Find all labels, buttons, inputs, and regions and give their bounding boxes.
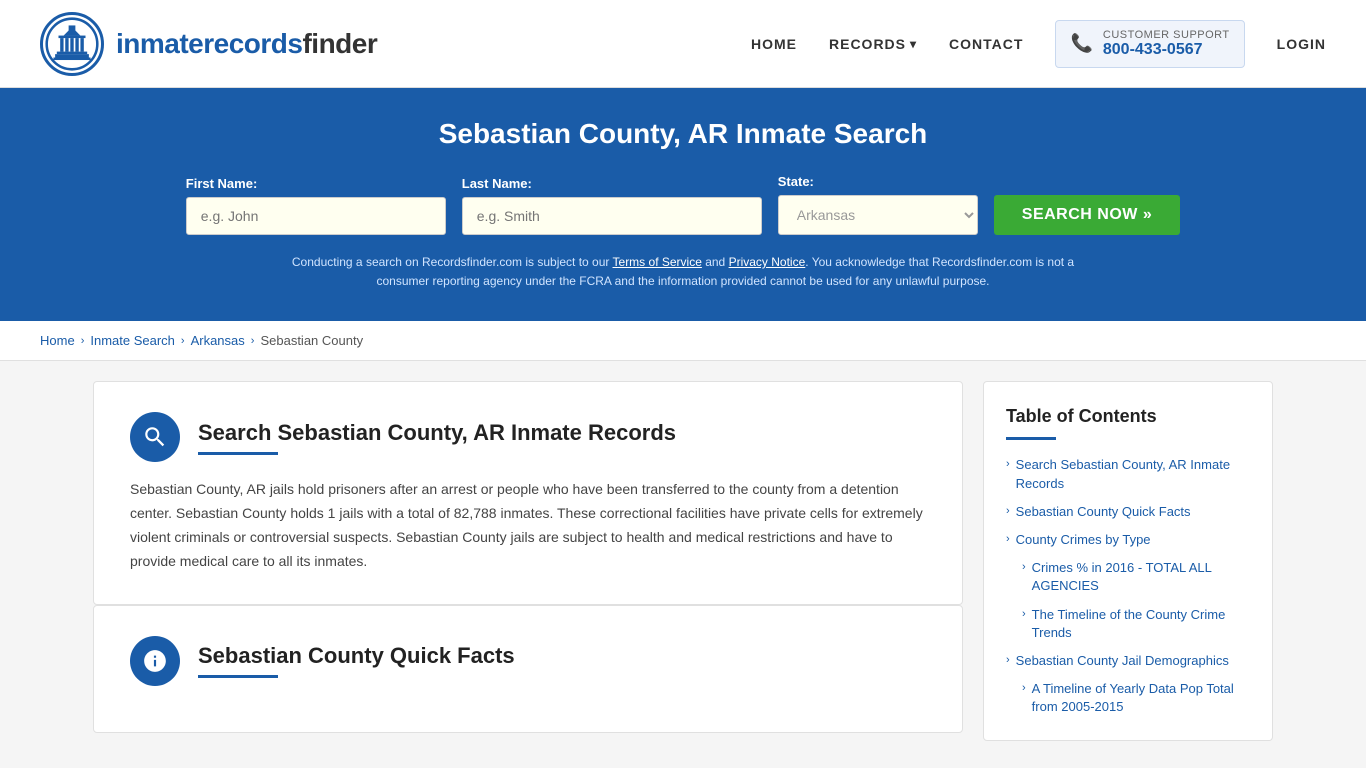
card-quick-facts: Sebastian County Quick Facts: [93, 605, 963, 733]
toc-link-1[interactable]: Sebastian County Quick Facts: [1016, 503, 1191, 521]
info-circle-icon: [130, 636, 180, 686]
support-info: CUSTOMER SUPPORT 800-433-0567: [1103, 29, 1230, 59]
chevron-icon: ›: [1022, 561, 1026, 573]
nav-contact[interactable]: CONTACT: [949, 36, 1023, 52]
search-circle-icon: [130, 412, 180, 462]
search-form: First Name: Last Name: State: Arkansas S…: [40, 174, 1326, 235]
breadcrumb-county: Sebastian County: [260, 333, 363, 348]
nav-home[interactable]: HOME: [751, 36, 797, 52]
toc-link-3[interactable]: Crimes % in 2016 - TOTAL ALL AGENCIES: [1032, 559, 1250, 595]
support-number: 800-433-0567: [1103, 41, 1230, 59]
toc-item: › The Timeline of the County Crime Trends: [1006, 606, 1250, 642]
toc-card: Table of Contents › Search Sebastian Coun…: [983, 381, 1273, 741]
toc-link-6[interactable]: A Timeline of Yearly Data Pop Total from…: [1032, 680, 1250, 716]
state-select[interactable]: Arkansas: [778, 195, 978, 235]
first-name-input[interactable]: [186, 197, 446, 235]
search-button[interactable]: SEARCH NOW: [994, 195, 1180, 235]
nav-records[interactable]: RECORDS: [829, 36, 917, 52]
toc-link-0[interactable]: Search Sebastian County, AR Inmate Recor…: [1016, 456, 1250, 492]
site-header: inmaterecordsfinder HOME RECORDS CONTACT…: [0, 0, 1366, 88]
card1-title-block: Search Sebastian County, AR Inmate Recor…: [198, 420, 676, 455]
chevron-icon: ›: [1006, 458, 1010, 470]
state-label: State:: [778, 174, 814, 189]
card1-underline: [198, 452, 278, 455]
sidebar: Table of Contents › Search Sebastian Coun…: [983, 381, 1273, 741]
first-name-group: First Name:: [186, 176, 446, 235]
card-inmate-records: Search Sebastian County, AR Inmate Recor…: [93, 381, 963, 604]
toc-item: › Crimes % in 2016 - TOTAL ALL AGENCIES: [1006, 559, 1250, 595]
last-name-group: Last Name:: [462, 176, 762, 235]
logo-icon: [40, 12, 104, 76]
toc-item: › Search Sebastian County, AR Inmate Reco…: [1006, 456, 1250, 492]
state-group: State: Arkansas: [778, 174, 978, 235]
last-name-input[interactable]: [462, 197, 762, 235]
toc-link-4[interactable]: The Timeline of the County Crime Trends: [1032, 606, 1250, 642]
toc-divider: [1006, 437, 1056, 440]
toc-item: › County Crimes by Type: [1006, 531, 1250, 549]
toc-title: Table of Contents: [1006, 406, 1250, 427]
support-label: CUSTOMER SUPPORT: [1103, 29, 1230, 41]
toc-link-5[interactable]: Sebastian County Jail Demographics: [1016, 652, 1229, 670]
privacy-link[interactable]: Privacy Notice: [729, 255, 806, 269]
logo-area: inmaterecordsfinder: [40, 12, 377, 76]
login-button[interactable]: LOGIN: [1277, 36, 1326, 52]
tos-link[interactable]: Terms of Service: [613, 255, 702, 269]
toc-item: › Sebastian County Quick Facts: [1006, 503, 1250, 521]
breadcrumb-sep-1: ›: [81, 335, 85, 347]
disclaimer-text: Conducting a search on Recordsfinder.com…: [283, 253, 1083, 291]
content-left: Search Sebastian County, AR Inmate Recor…: [93, 381, 963, 741]
toc-link-2[interactable]: County Crimes by Type: [1016, 531, 1151, 549]
card2-header: Sebastian County Quick Facts: [130, 636, 926, 686]
first-name-label: First Name:: [186, 176, 258, 191]
breadcrumb-inmate-search[interactable]: Inmate Search: [90, 333, 175, 348]
breadcrumb-state[interactable]: Arkansas: [191, 333, 245, 348]
card1-body: Sebastian County, AR jails hold prisoner…: [130, 478, 926, 573]
card2-title-block: Sebastian County Quick Facts: [198, 643, 515, 678]
main-nav: HOME RECORDS CONTACT 📞 CUSTOMER SUPPORT …: [751, 20, 1326, 68]
toc-item: › A Timeline of Yearly Data Pop Total fro…: [1006, 680, 1250, 716]
card2-underline: [198, 675, 278, 678]
chevron-icon: ›: [1022, 608, 1026, 620]
phone-icon: 📞: [1070, 33, 1092, 54]
last-name-label: Last Name:: [462, 176, 532, 191]
logo-text: inmaterecordsfinder: [116, 28, 377, 60]
breadcrumb-sep-3: ›: [251, 335, 255, 347]
toc-list: › Search Sebastian County, AR Inmate Reco…: [1006, 456, 1250, 716]
card1-header: Search Sebastian County, AR Inmate Recor…: [130, 412, 926, 462]
chevron-icon: ›: [1006, 654, 1010, 666]
chevron-icon: ›: [1006, 505, 1010, 517]
chevron-icon: ›: [1022, 682, 1026, 694]
support-box[interactable]: 📞 CUSTOMER SUPPORT 800-433-0567: [1055, 20, 1244, 68]
search-banner: Sebastian County, AR Inmate Search First…: [0, 88, 1366, 321]
breadcrumb-sep-2: ›: [181, 335, 185, 347]
main-content: Search Sebastian County, AR Inmate Recor…: [53, 381, 1313, 741]
breadcrumb: Home › Inmate Search › Arkansas › Sebast…: [0, 321, 1366, 361]
banner-title: Sebastian County, AR Inmate Search: [40, 118, 1326, 150]
toc-item: › Sebastian County Jail Demographics: [1006, 652, 1250, 670]
chevron-icon: ›: [1006, 533, 1010, 545]
card1-title: Search Sebastian County, AR Inmate Recor…: [198, 420, 676, 446]
card2-title: Sebastian County Quick Facts: [198, 643, 515, 669]
breadcrumb-home[interactable]: Home: [40, 333, 75, 348]
